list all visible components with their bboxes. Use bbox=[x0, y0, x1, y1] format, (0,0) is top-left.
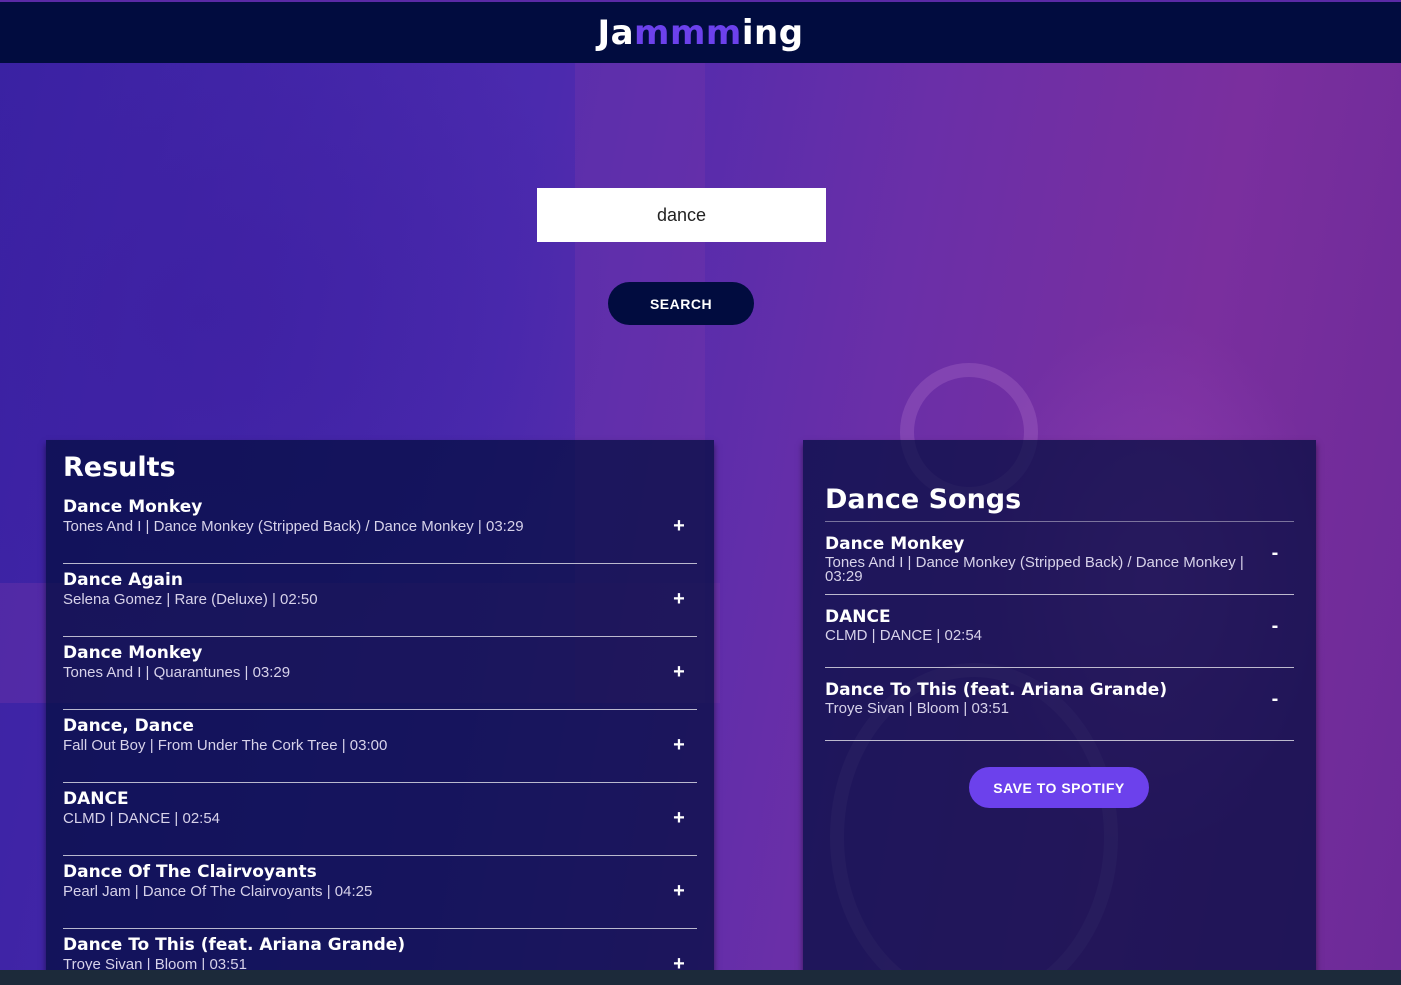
add-track-button[interactable]: + bbox=[670, 515, 688, 538]
track-info: Tones And I | Quarantunes | 03:29 bbox=[63, 664, 291, 681]
remove-track-button[interactable]: - bbox=[1266, 688, 1284, 711]
track-item: Dance Monkey Tones And I | Quarantunes | … bbox=[63, 637, 697, 710]
track-info: Selena Gomez | Rare (Deluxe) | 02:50 bbox=[63, 591, 318, 608]
results-title: Results bbox=[63, 452, 176, 483]
app-logo: Jammming bbox=[597, 13, 803, 53]
track-info: Tones And I | Dance Monkey (Stripped Bac… bbox=[825, 554, 1244, 585]
track-info: CLMD | DANCE | 02:54 bbox=[825, 627, 983, 644]
track-name: Dance To This (feat. Ariana Grande) bbox=[63, 935, 406, 955]
add-track-button[interactable]: + bbox=[670, 807, 688, 830]
track-name: DANCE bbox=[63, 789, 129, 809]
os-taskbar bbox=[0, 970, 1401, 985]
track-info: CLMD | DANCE | 02:54 bbox=[63, 810, 221, 827]
results-track-list: Dance Monkey Tones And I | Dance Monkey (… bbox=[63, 491, 697, 985]
track-item: Dance Monkey Tones And I | Dance Monkey (… bbox=[825, 522, 1294, 595]
track-item: DANCE CLMD | DANCE | 02:54 + bbox=[63, 783, 697, 856]
logo-text-highlight: mmm bbox=[634, 12, 742, 53]
track-name: Dance Of The Clairvoyants bbox=[63, 862, 317, 882]
track-item: Dance Monkey Tones And I | Dance Monkey (… bbox=[63, 491, 697, 564]
track-name: Dance Monkey bbox=[825, 534, 965, 554]
remove-track-button[interactable]: - bbox=[1266, 615, 1284, 638]
track-name: Dance Monkey bbox=[63, 497, 203, 517]
app-header: Jammming bbox=[0, 2, 1401, 63]
track-info: Fall Out Boy | From Under The Cork Tree … bbox=[63, 737, 388, 754]
track-info: Pearl Jam | Dance Of The Clairvoyants | … bbox=[63, 883, 373, 900]
track-item: DANCE CLMD | DANCE | 02:54 - bbox=[825, 595, 1294, 668]
track-name: Dance Monkey bbox=[63, 643, 203, 663]
track-info: Tones And I | Dance Monkey (Stripped Bac… bbox=[63, 518, 524, 535]
playlist-name-input[interactable] bbox=[825, 484, 1294, 522]
add-track-button[interactable]: + bbox=[670, 661, 688, 684]
save-to-spotify-button[interactable]: SAVE TO SPOTIFY bbox=[969, 767, 1149, 808]
track-item: Dance To This (feat. Ariana Grande) Troye… bbox=[825, 668, 1294, 741]
track-name: Dance To This (feat. Ariana Grande) bbox=[825, 680, 1168, 700]
search-results-panel: Results Dance Monkey Tones And I | Dance … bbox=[46, 440, 714, 985]
search-input[interactable] bbox=[537, 188, 826, 242]
add-track-button[interactable]: + bbox=[670, 588, 688, 611]
track-info: Troye Sivan | Bloom | 03:51 bbox=[825, 700, 1009, 717]
add-track-button[interactable]: + bbox=[670, 734, 688, 757]
add-track-button[interactable]: + bbox=[670, 880, 688, 903]
track-item: Dance Of The Clairvoyants Pearl Jam | Dan… bbox=[63, 856, 697, 929]
search-button[interactable]: SEARCH bbox=[608, 282, 754, 325]
logo-text-start: Ja bbox=[597, 12, 635, 53]
playlist-panel: Dance MonkeyTones And I | Dance Monkey (… bbox=[803, 440, 1316, 985]
remove-track-button[interactable]: - bbox=[1266, 542, 1284, 565]
track-item: Dance, Dance Fall Out Boy | From Under Th… bbox=[63, 710, 697, 783]
playlist-track-list: Dance Monkey Tones And I | Dance Monkey (… bbox=[825, 522, 1294, 741]
logo-text-end: ing bbox=[741, 12, 804, 53]
track-name: Dance Again bbox=[63, 570, 183, 590]
track-item: Dance Again Selena Gomez | Rare (Deluxe) … bbox=[63, 564, 697, 637]
track-name: DANCE bbox=[825, 607, 891, 627]
track-name: Dance, Dance bbox=[63, 716, 194, 736]
